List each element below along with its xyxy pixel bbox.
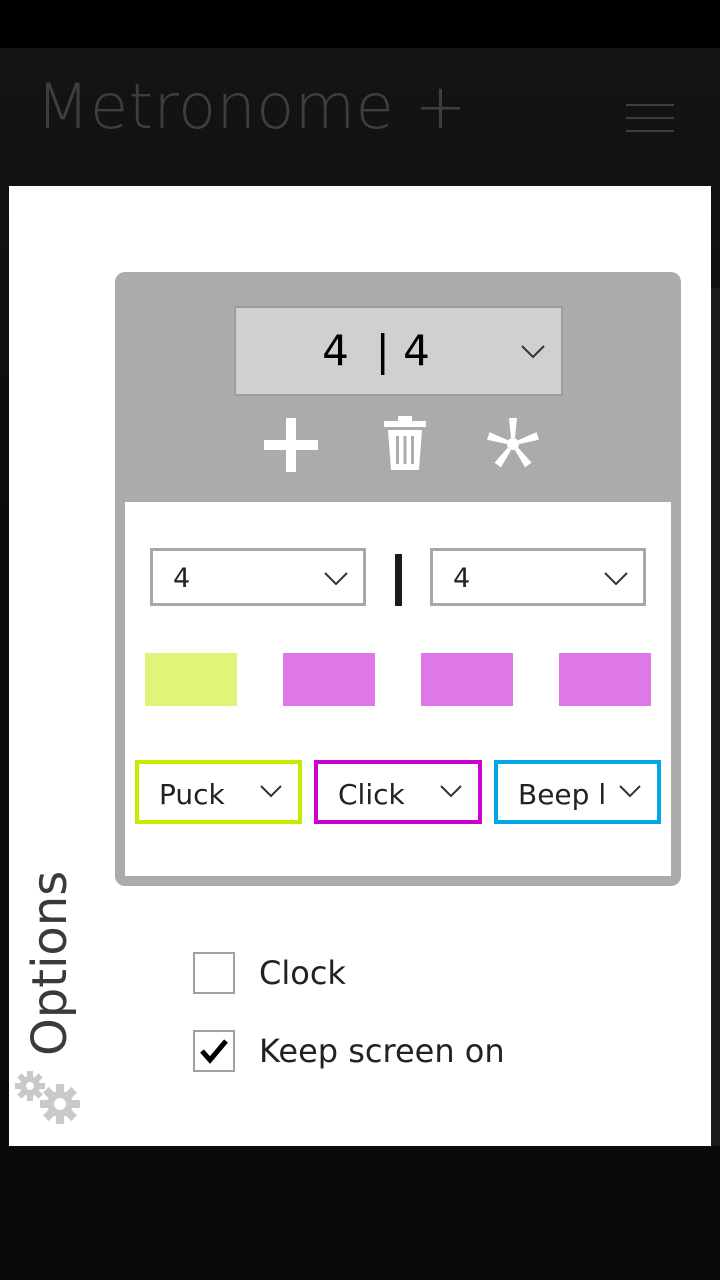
- status-bar: [0, 0, 720, 48]
- panel-scrollbar: [711, 288, 720, 1146]
- chevron-down-icon: [619, 785, 641, 798]
- beat-block-1[interactable]: [145, 653, 237, 706]
- sound-select-puck[interactable]: Puck: [135, 760, 302, 824]
- time-signature-value: 4 | 4: [322, 326, 430, 375]
- clock-label: Clock: [259, 954, 346, 992]
- beats-per-measure-select[interactable]: 4: [150, 548, 366, 606]
- chevron-down-icon: [604, 572, 628, 586]
- time-signature-select[interactable]: 4 | 4: [234, 306, 563, 396]
- note-value-select[interactable]: 4: [430, 548, 646, 606]
- trash-icon[interactable]: [382, 414, 428, 472]
- chevron-down-icon: [521, 345, 545, 359]
- options-title: Options: [22, 870, 78, 1056]
- chevron-down-icon: [440, 785, 462, 798]
- chevron-down-icon: [324, 572, 348, 586]
- beat-block-4[interactable]: [559, 653, 651, 706]
- checkmark-icon: [200, 1039, 228, 1064]
- sound-label: Click: [338, 778, 405, 811]
- sound-label: Beep l: [518, 778, 606, 811]
- note-value-value: 4: [453, 563, 471, 594]
- beat-block-3[interactable]: [421, 653, 513, 706]
- keep-screen-on-label: Keep screen on: [259, 1032, 505, 1070]
- chevron-down-icon: [260, 785, 282, 798]
- plus-icon[interactable]: [262, 416, 320, 474]
- beats-per-measure-value: 4: [173, 563, 191, 594]
- beat-block-2[interactable]: [283, 653, 375, 706]
- hamburger-menu-icon[interactable]: [622, 100, 676, 140]
- app-title: Metronome +: [36, 70, 467, 143]
- sound-select-click[interactable]: Click: [314, 760, 482, 824]
- gears-icon: [15, 1071, 80, 1124]
- measure-separator: [395, 554, 402, 606]
- sound-select-beep[interactable]: Beep l: [494, 760, 661, 824]
- sound-label: Puck: [159, 778, 225, 811]
- asterisk-icon[interactable]: [486, 416, 540, 472]
- keep-screen-on-checkbox[interactable]: [193, 1030, 235, 1072]
- clock-checkbox[interactable]: [193, 952, 235, 994]
